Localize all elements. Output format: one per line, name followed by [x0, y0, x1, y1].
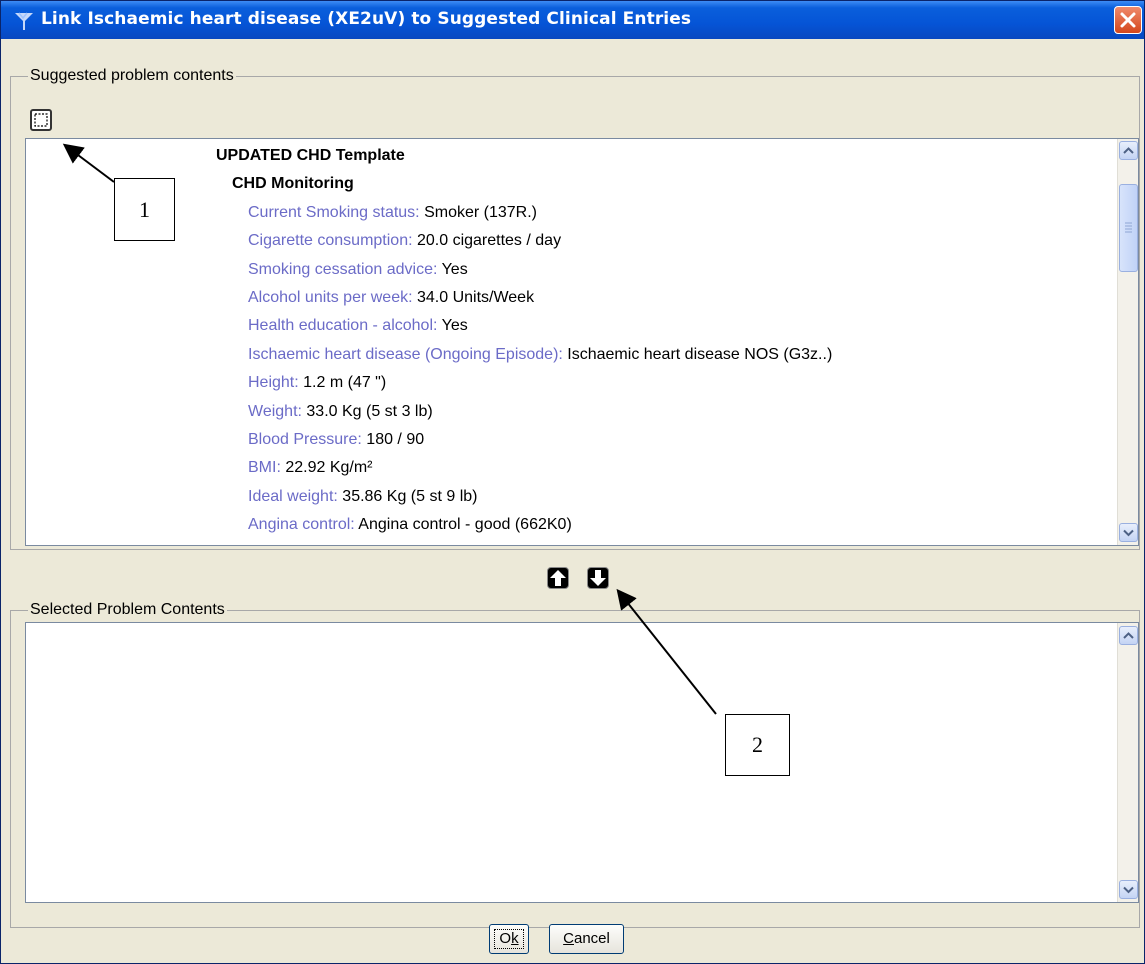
cancel-button[interactable]: Cancel: [549, 924, 624, 954]
list-item[interactable]: BMI: 22.92 Kg/m²: [248, 454, 373, 482]
list-item[interactable]: Cigarette consumption: 20.0 cigarettes /…: [248, 227, 561, 255]
title-bar[interactable]: Link Ischaemic heart disease (XE2uV) to …: [1, 1, 1144, 39]
window-title: Link Ischaemic heart disease (XE2uV) to …: [41, 9, 692, 29]
callout-box-2: 2: [725, 714, 790, 776]
suggested-scrollbar[interactable]: [1117, 139, 1138, 545]
callout-box-1: 1: [114, 178, 175, 241]
selected-legend: Selected Problem Contents: [28, 601, 227, 619]
list-item[interactable]: Height: 1.2 m (47 "): [248, 369, 386, 397]
arrow-up-icon: [550, 570, 566, 586]
scroll-thumb[interactable]: [1119, 184, 1138, 272]
list-item[interactable]: Smoking cessation advice: Yes: [248, 256, 468, 284]
list-item[interactable]: Ischaemic heart disease (Ongoing Episode…: [248, 341, 832, 369]
app-logo-icon: [13, 10, 35, 32]
arrow-down-icon: [590, 570, 606, 586]
list-item[interactable]: Current Smoking status: Smoker (137R.): [248, 199, 537, 227]
list-item[interactable]: Blood Pressure: 180 / 90: [248, 426, 424, 454]
grip-icon: [1125, 222, 1132, 233]
list-item[interactable]: Alcohol units per week: 34.0 Units/Week: [248, 284, 534, 312]
list-item[interactable]: Angina control: Angina control - good (6…: [248, 511, 572, 539]
list-item[interactable]: Ideal weight: 35.86 Kg (5 st 9 lb): [248, 483, 477, 511]
ok-button[interactable]: Ok: [489, 924, 529, 954]
dialog-window: Link Ischaemic heart disease (XE2uV) to …: [0, 0, 1145, 964]
chevron-down-icon: [1123, 886, 1134, 894]
select-all-icon: [34, 113, 48, 127]
suggested-list[interactable]: UPDATED CHD Template CHD Monitoring Curr…: [25, 138, 1139, 546]
chevron-down-icon: [1123, 529, 1134, 537]
select-all-button[interactable]: [30, 109, 52, 131]
template-title: UPDATED CHD Template: [216, 147, 405, 164]
scroll-up-button[interactable]: [1119, 626, 1138, 645]
selected-list[interactable]: [25, 622, 1139, 903]
close-icon: [1120, 12, 1136, 28]
selected-scrollbar[interactable]: [1117, 623, 1138, 902]
chevron-up-icon: [1123, 147, 1134, 154]
scroll-down-button[interactable]: [1119, 880, 1138, 899]
scroll-down-button[interactable]: [1119, 523, 1138, 542]
section-title: CHD Monitoring: [232, 175, 354, 193]
chevron-up-icon: [1123, 632, 1134, 639]
list-item[interactable]: Weight: 33.0 Kg (5 st 3 lb): [248, 398, 433, 426]
move-up-button[interactable]: [547, 567, 569, 589]
move-down-button[interactable]: [587, 567, 609, 589]
scroll-up-button[interactable]: [1119, 141, 1138, 160]
list-item[interactable]: Health education - alcohol: Yes: [248, 312, 468, 340]
close-button[interactable]: [1114, 6, 1142, 34]
suggested-legend: Suggested problem contents: [28, 67, 236, 85]
